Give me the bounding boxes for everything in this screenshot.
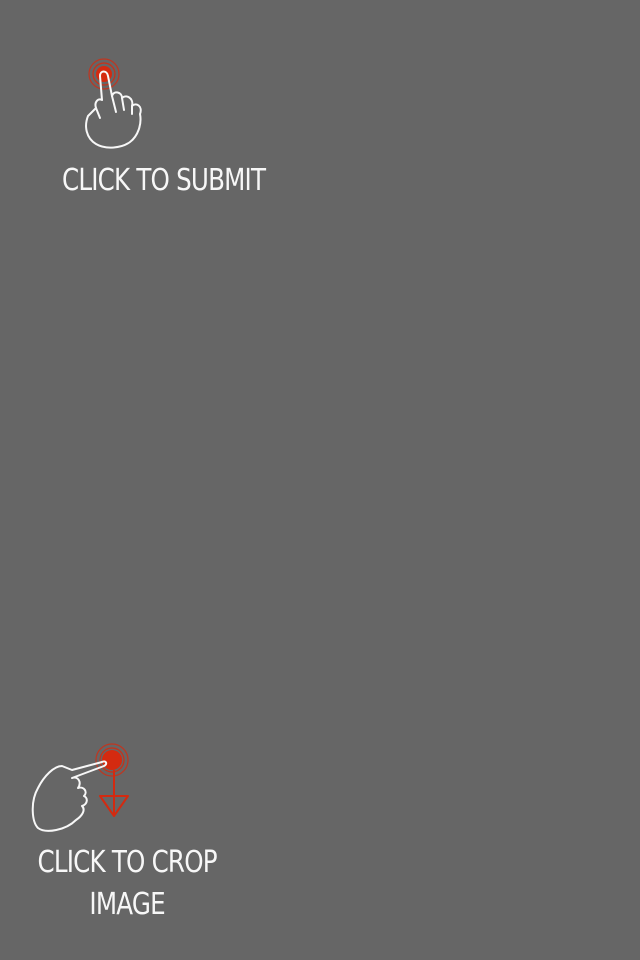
submit-hint-label: CLICK TO SUBMIT	[62, 163, 266, 198]
tap-hand-icon	[85, 58, 142, 149]
crop-hint-label: CLICK TO CROP IMAGE	[32, 842, 222, 926]
crop-hint-label-line1: CLICK TO CROP	[37, 845, 217, 880]
tutorial-overlay: CLICK TO SUBMIT CLICK TO CROP IMAGE	[0, 0, 640, 960]
drag-down-hand-icon	[31, 743, 129, 832]
crop-hint-label-line2: IMAGE	[89, 887, 165, 922]
